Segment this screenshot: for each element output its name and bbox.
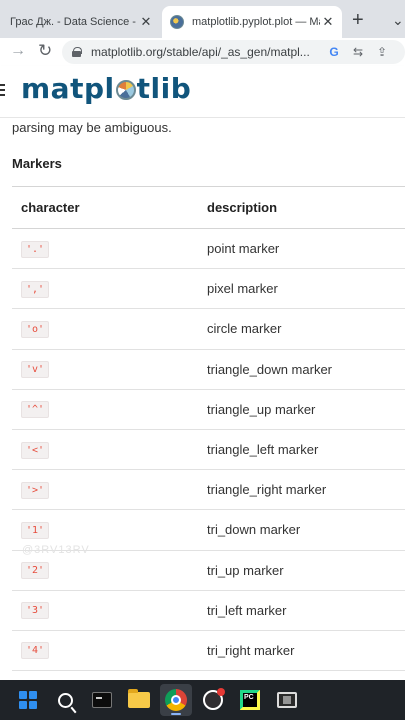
google-lens-icon[interactable]: G xyxy=(327,45,341,59)
column-header-description: description xyxy=(207,200,278,215)
pycharm-label: PC xyxy=(243,693,257,707)
table-row: '^' triangle_up marker xyxy=(12,390,405,430)
table-row: '>' triangle_right marker xyxy=(12,470,405,511)
table-row: '3' tri_left marker xyxy=(12,591,405,631)
close-icon[interactable]: ✕ xyxy=(320,14,336,30)
address-bar[interactable]: matplotlib.org/stable/api/_as_gen/matpl.… xyxy=(62,40,405,64)
marker-description: tri_left marker xyxy=(207,602,287,618)
table-header-row: character description xyxy=(12,187,405,229)
marker-code: '3' xyxy=(21,602,50,620)
marker-description: triangle_right marker xyxy=(207,482,327,498)
file-explorer-icon[interactable] xyxy=(123,684,155,716)
page-content: parsing may be ambiguous. Markers charac… xyxy=(0,118,405,680)
marker-description: tri_down marker xyxy=(207,522,301,538)
table-row: '2' tri_up marker xyxy=(12,551,405,591)
marker-code: '>' xyxy=(21,481,50,499)
marker-code: ',' xyxy=(21,280,50,298)
taskbar: PC xyxy=(0,680,405,720)
marker-description: tri_up marker xyxy=(207,562,284,578)
browser-toolbar: → ↻ matplotlib.org/stable/api/_as_gen/ma… xyxy=(0,38,405,66)
table-row: '4' tri_right marker xyxy=(12,631,405,672)
media-player-icon[interactable] xyxy=(271,684,303,716)
reload-icon[interactable]: ↻ xyxy=(38,41,52,61)
markers-table: character description '.' point marker ',… xyxy=(12,186,405,672)
column-header-character: character xyxy=(21,200,80,215)
url-text[interactable]: matplotlib.org/stable/api/_as_gen/matpl.… xyxy=(91,45,317,59)
matplotlib-logo[interactable]: matpl tlib xyxy=(21,72,191,105)
translate-icon[interactable]: ⇆ xyxy=(351,45,365,59)
pycharm-icon[interactable]: PC xyxy=(234,684,266,716)
marker-description: triangle_left marker xyxy=(207,442,319,458)
tab-matplotlib[interactable]: matplotlib.pyplot.plot — Ma ✕ xyxy=(162,6,342,38)
search-icon[interactable] xyxy=(49,684,81,716)
marker-description: circle marker xyxy=(207,321,282,337)
chevron-down-icon[interactable]: ⌄ xyxy=(392,12,404,29)
watermark: @3RV13RV xyxy=(22,544,90,556)
menu-icon[interactable] xyxy=(0,84,5,99)
logo-text-prefix: matpl xyxy=(21,72,115,105)
section-title: Markers xyxy=(12,156,62,171)
table-row: 'v' triangle_down marker xyxy=(12,350,405,390)
share-icon[interactable]: ⇪ xyxy=(375,45,389,59)
matplotlib-favicon-icon xyxy=(170,15,184,29)
terminal-icon[interactable] xyxy=(86,684,118,716)
table-row: '<' triangle_left marker xyxy=(12,430,405,471)
logo-mark-icon xyxy=(115,80,136,100)
marker-code: '1' xyxy=(21,521,50,539)
close-icon[interactable]: ✕ xyxy=(138,14,154,30)
marker-description: triangle_down marker xyxy=(207,361,333,377)
lock-icon[interactable] xyxy=(72,47,82,57)
tab-data-science[interactable]: Грас Дж. - Data Science - 20 ✕ xyxy=(0,6,160,38)
logo-text-suffix: tlib xyxy=(136,72,192,105)
windows-start-icon[interactable] xyxy=(12,684,44,716)
marker-description: point marker xyxy=(207,241,280,257)
marker-description: pixel marker xyxy=(207,281,278,297)
site-header: matpl tlib xyxy=(0,66,405,118)
arrow-forward-icon[interactable]: → xyxy=(10,42,26,60)
obs-icon[interactable] xyxy=(197,684,229,716)
tab-title: Грас Дж. - Data Science - 20 xyxy=(10,16,138,28)
marker-code: '^' xyxy=(21,401,50,419)
marker-code: '2' xyxy=(21,562,50,580)
intro-text: parsing may be ambiguous. xyxy=(12,120,172,135)
table-row: ',' pixel marker xyxy=(12,269,405,310)
marker-code: '4' xyxy=(21,642,50,660)
marker-code: 'o' xyxy=(21,320,50,338)
marker-code: 'v' xyxy=(21,361,50,379)
new-tab-button[interactable]: + xyxy=(352,10,364,30)
marker-code: '<' xyxy=(21,441,50,459)
chrome-icon[interactable] xyxy=(160,684,192,716)
table-row: '.' point marker xyxy=(12,229,405,270)
browser-tab-bar: Грас Дж. - Data Science - 20 ✕ matplotli… xyxy=(0,0,405,38)
table-row: 'o' circle marker xyxy=(12,309,405,350)
marker-description: triangle_up marker xyxy=(207,401,316,417)
marker-description: tri_right marker xyxy=(207,642,295,658)
tab-title: matplotlib.pyplot.plot — Ma xyxy=(192,16,320,28)
marker-code: '.' xyxy=(21,240,50,258)
